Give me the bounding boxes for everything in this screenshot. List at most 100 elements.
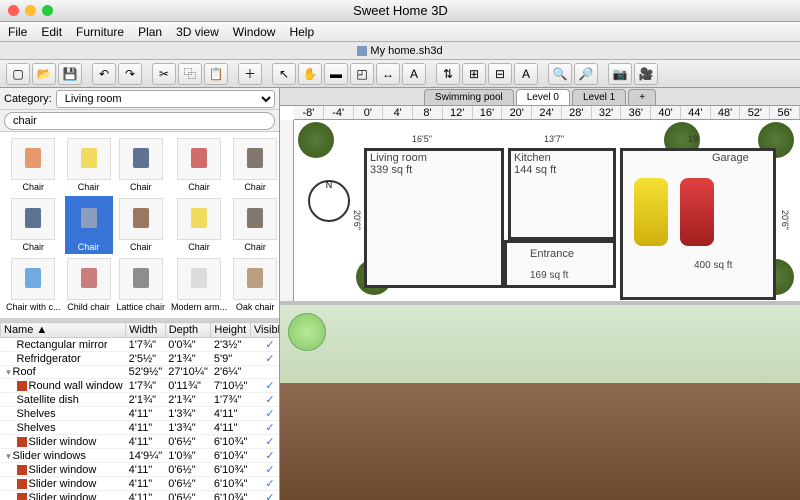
search-input[interactable] (4, 112, 275, 130)
dimension: 13'7" (544, 134, 564, 144)
car-yellow[interactable] (634, 178, 668, 246)
column-header[interactable]: Depth (165, 323, 211, 338)
level-tabs: Swimming poolLevel 0Level 1+ (280, 88, 800, 106)
catalog-item[interactable]: Lattice chair (115, 256, 168, 314)
menubar: File Edit Furniture Plan 3D view Window Help (0, 22, 800, 42)
catalog-item[interactable]: Chair (65, 136, 113, 194)
menu-file[interactable]: File (8, 25, 27, 39)
menu-furniture[interactable]: Furniture (76, 25, 124, 39)
car-red[interactable] (680, 178, 714, 246)
furniture-catalog[interactable]: ChairChairChairChairChairChairChairChair… (0, 132, 279, 318)
column-header[interactable]: Name ▲ (1, 323, 126, 338)
zoom-out-button[interactable]: 🔎 (574, 63, 598, 85)
room-button[interactable]: ◰ (350, 63, 374, 85)
pan-button[interactable]: ✋ (298, 63, 322, 85)
3d-nav-control[interactable] (288, 313, 326, 351)
copy-button[interactable]: ⿻ (178, 63, 202, 85)
list-row[interactable]: Slider window4'11"0'6½"6'10¾"✓ (1, 435, 280, 449)
list-row[interactable]: Shelves4'11"1'3¾"4'11"✓ (1, 421, 280, 435)
cut-button[interactable]: ✂ (152, 63, 176, 85)
undo-button[interactable]: ↶ (92, 63, 116, 85)
category-bar: Category: Living room (0, 88, 279, 110)
catalog-item[interactable]: Modern arm... (169, 256, 229, 314)
3d-view[interactable] (280, 301, 800, 500)
dimension: 16'5" (412, 134, 432, 144)
lock-button[interactable]: ⇅ (436, 63, 460, 85)
window-controls (0, 5, 61, 16)
zoom-in-button[interactable]: 🔍 (548, 63, 572, 85)
text-button[interactable]: A (402, 63, 426, 85)
catalog-item[interactable]: Chair (65, 196, 113, 254)
camera-button[interactable]: 📷 (608, 63, 632, 85)
menu-3dview[interactable]: 3D view (176, 25, 219, 39)
compass[interactable] (308, 180, 350, 222)
room-label: Kitchen144 sq ft (514, 152, 556, 176)
list-row[interactable]: Refridgerator2'5½"2'1¾"5'9"✓ (1, 352, 280, 366)
minimize-button[interactable] (25, 5, 36, 16)
room-label: Garage (712, 152, 749, 164)
catalog-item[interactable]: Chair (115, 136, 168, 194)
list-row[interactable]: Shelves4'11"1'3¾"4'11"✓ (1, 407, 280, 421)
catalog-item[interactable]: Chair (169, 136, 229, 194)
column-header[interactable]: Width (126, 323, 166, 338)
room-label: 169 sq ft (530, 270, 568, 281)
menu-edit[interactable]: Edit (41, 25, 62, 39)
catalog-item[interactable]: Oak chair (231, 256, 279, 314)
catalog-item[interactable]: Chair (115, 196, 168, 254)
text2-button[interactable]: A (514, 63, 538, 85)
catalog-item[interactable]: Child chair (65, 256, 113, 314)
menu-plan[interactable]: Plan (138, 25, 162, 39)
save-button[interactable]: 💾 (58, 63, 82, 85)
room-label: Living room339 sq ft (370, 152, 427, 176)
list-row[interactable]: Slider window4'11"0'6½"6'10¾"✓ (1, 491, 280, 500)
join-button[interactable]: ⊞ (462, 63, 486, 85)
plant[interactable] (298, 122, 334, 158)
list-row[interactable]: ▼Slider windows14'9¼"1'0⅜"6'10¾"✓ (1, 449, 280, 463)
dim-button[interactable]: ↔ (376, 63, 400, 85)
level-tab[interactable]: Swimming pool (424, 89, 514, 105)
catalog-item[interactable]: Chair with c... (4, 256, 63, 314)
paste-button[interactable]: 📋 (204, 63, 228, 85)
level-tab[interactable]: Level 0 (516, 89, 570, 105)
list-row[interactable]: Slider window4'11"0'6½"6'10¾"✓ (1, 463, 280, 477)
list-row[interactable]: Round wall window1'7¾"0'11¾"7'10½"✓ (1, 379, 280, 393)
category-select[interactable]: Living room (56, 90, 275, 108)
list-row[interactable]: Slider window4'11"0'6½"6'10¾"✓ (1, 477, 280, 491)
video-button[interactable]: 🎥 (634, 63, 658, 85)
select-button[interactable]: ↖ (272, 63, 296, 85)
menu-window[interactable]: Window (233, 25, 276, 39)
catalog-item[interactable]: Chair (4, 196, 63, 254)
search-bar (0, 110, 279, 132)
dimension: 20'6" (352, 210, 362, 230)
wall-button[interactable]: ▬ (324, 63, 348, 85)
catalog-item[interactable]: Chair (169, 196, 229, 254)
room-label: 400 sq ft (694, 260, 732, 271)
list-row[interactable]: Rectangular mirror1'7¾"0'0¾"2'3½"✓ (1, 338, 280, 352)
catalog-item[interactable]: Chair (231, 196, 279, 254)
column-header[interactable]: Height (211, 323, 251, 338)
catalog-item[interactable]: Chair (4, 136, 63, 194)
zoom-button[interactable] (42, 5, 53, 16)
close-button[interactable] (8, 5, 19, 16)
room-label: Entrance (530, 248, 574, 260)
add-button[interactable]: ＋ (238, 63, 262, 85)
level-tab[interactable]: + (628, 89, 656, 105)
app-title: Sweet Home 3D (61, 3, 740, 18)
toolbar: ▢📂💾↶↷✂⿻📋＋↖✋▬◰↔A⇅⊞⊟A🔍🔎📷🎥 (0, 60, 800, 88)
redo-button[interactable]: ↷ (118, 63, 142, 85)
titlebar: Sweet Home 3D (0, 0, 800, 22)
dimension: 20'6" (780, 210, 790, 230)
document-title: My home.sh3d (0, 42, 800, 60)
furniture-list[interactable]: Name ▲WidthDepthHeightVisibleRectangular… (0, 322, 279, 500)
dimension: 19' (688, 134, 700, 144)
menu-help[interactable]: Help (289, 25, 314, 39)
catalog-item[interactable]: Chair (231, 136, 279, 194)
list-row[interactable]: ▼Roof52'9½"27'10¼"2'6¼" (1, 366, 280, 379)
column-header[interactable]: Visible (250, 323, 279, 338)
open-button[interactable]: 📂 (32, 63, 56, 85)
list-row[interactable]: Satellite dish2'1¾"2'1¾"1'7¾"✓ (1, 393, 280, 407)
new-button[interactable]: ▢ (6, 63, 30, 85)
level-tab[interactable]: Level 1 (572, 89, 626, 105)
plan-view[interactable]: -8'-4'0'4'8'12'16'20'24'28'32'36'40'44'4… (280, 106, 800, 301)
split-button[interactable]: ⊟ (488, 63, 512, 85)
